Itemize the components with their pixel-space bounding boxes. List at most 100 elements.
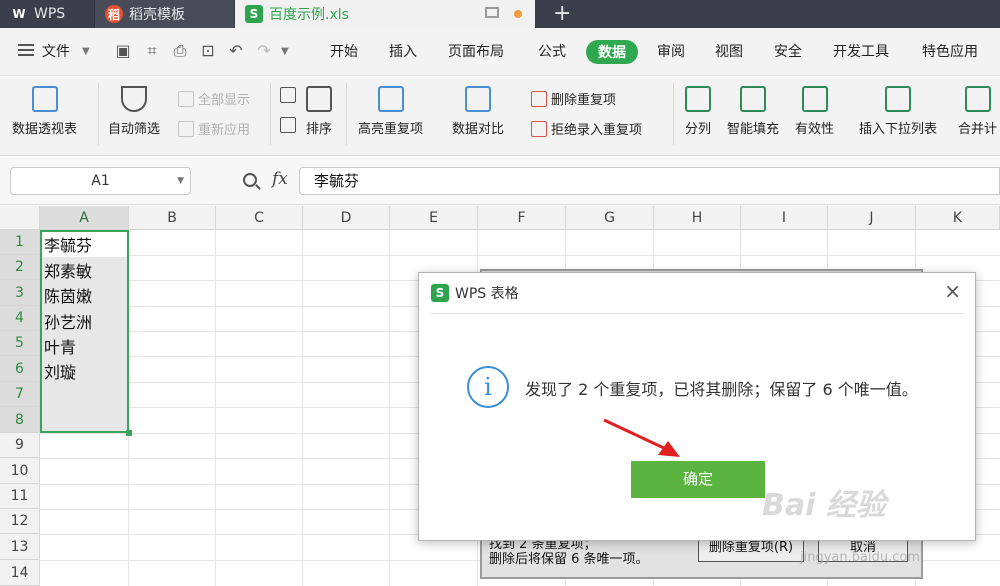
- sort-button[interactable]: 排序: [306, 86, 332, 137]
- select-all-corner[interactable]: [0, 206, 40, 230]
- show-all-button[interactable]: 全部显示: [178, 89, 250, 108]
- column-header-k[interactable]: K: [916, 206, 1000, 230]
- smart-fill-icon: [740, 86, 766, 112]
- row-header-3[interactable]: 3: [0, 280, 40, 306]
- fx-icon[interactable]: fx: [272, 169, 288, 189]
- ok-button[interactable]: 确定: [631, 461, 765, 498]
- column-header-b[interactable]: B: [129, 206, 216, 230]
- row-header-8[interactable]: 8: [0, 407, 40, 433]
- zoom-search-icon[interactable]: [243, 173, 257, 187]
- row-header-11[interactable]: 11: [0, 484, 40, 509]
- row-header-12[interactable]: 12: [0, 509, 40, 534]
- tab-daoke-template[interactable]: 稻 稻壳模板: [94, 0, 234, 28]
- print-icon[interactable]: ⎙: [171, 42, 189, 60]
- row-header-14[interactable]: 14: [0, 560, 40, 586]
- row-header-9[interactable]: 9: [0, 433, 40, 458]
- title-tab-bar: W WPS 稻 稻壳模板 S 百度示例.xls +: [0, 0, 1000, 28]
- pivot-table-button[interactable]: 数据透视表: [12, 86, 77, 137]
- menu-home[interactable]: 开始: [330, 41, 358, 61]
- redo-icon[interactable]: ↷: [255, 42, 273, 60]
- print-preview-icon[interactable]: ⊡: [199, 42, 217, 60]
- baidu-watermark-url: jingyan.baidu.com: [800, 550, 920, 565]
- row-header-2[interactable]: 2: [0, 255, 40, 280]
- column-header-e[interactable]: E: [390, 206, 478, 230]
- sort-descending-button[interactable]: [280, 117, 300, 133]
- row-header-13[interactable]: 13: [0, 534, 40, 560]
- remove-duplicates-icon: [531, 90, 547, 107]
- new-tab-plus-icon[interactable]: +: [553, 1, 571, 26]
- dialog-title-text: WPS 表格: [455, 286, 519, 302]
- column-header-a[interactable]: A: [40, 206, 129, 230]
- menu-insert[interactable]: 插入: [389, 41, 417, 61]
- fill-handle[interactable]: [126, 430, 132, 436]
- column-header-j[interactable]: J: [828, 206, 916, 230]
- column-header-c[interactable]: C: [216, 206, 303, 230]
- menu-special-apps[interactable]: 特色应用: [922, 41, 978, 61]
- save-icon[interactable]: ▣: [114, 42, 132, 60]
- text-to-columns-label: 分列: [685, 122, 712, 137]
- baidu-watermark: Bai 经验: [762, 488, 886, 523]
- cell-a1[interactable]: 李毓芬: [44, 232, 92, 256]
- formula-input[interactable]: 李毓芬: [299, 167, 1000, 195]
- cell-a5[interactable]: 叶青: [44, 334, 76, 358]
- cell-a2[interactable]: 郑素敏: [44, 258, 92, 282]
- menu-file[interactable]: 文件: [42, 41, 70, 61]
- smart-fill-label: 智能填充: [727, 122, 780, 137]
- row-header-1[interactable]: 1: [0, 230, 40, 255]
- row-header-6[interactable]: 6: [0, 356, 40, 382]
- highlight-duplicates-icon: [377, 86, 404, 112]
- column-header-f[interactable]: F: [478, 206, 566, 230]
- tab-daoke-label: 稻壳模板: [129, 7, 185, 23]
- cell-a3[interactable]: 陈茵嫩: [44, 283, 92, 307]
- sort-descending-icon: [280, 117, 296, 133]
- tab-wps-home[interactable]: W WPS: [0, 0, 94, 28]
- column-header-h[interactable]: H: [654, 206, 741, 230]
- column-header-d[interactable]: D: [303, 206, 390, 230]
- consolidate-label: 合并计: [958, 122, 998, 137]
- menu-security[interactable]: 安全: [774, 41, 802, 61]
- row-header-7[interactable]: 7: [0, 382, 40, 407]
- arrow-head: [658, 441, 680, 457]
- highlight-duplicates-button[interactable]: 高亮重复项: [358, 86, 423, 137]
- consolidate-button[interactable]: 合并计: [958, 86, 997, 137]
- funnel-icon: [121, 86, 147, 112]
- name-box-chevron-icon[interactable]: ▼: [177, 168, 184, 194]
- ribbon-divider: [98, 83, 99, 145]
- monitor-icon[interactable]: [485, 7, 499, 18]
- dialog-title: S WPS 表格: [431, 283, 519, 303]
- menu-hamburger-icon[interactable]: [18, 44, 34, 56]
- insert-dropdown-button[interactable]: 插入下拉列表: [859, 86, 937, 137]
- row-header-5[interactable]: 5: [0, 331, 40, 356]
- row-header-10[interactable]: 10: [0, 458, 40, 484]
- menu-developer[interactable]: 开发工具: [833, 41, 889, 61]
- reapply-button[interactable]: 重新应用: [178, 119, 250, 138]
- reapply-label: 重新应用: [198, 123, 251, 138]
- sort-ascending-button[interactable]: [280, 87, 300, 103]
- name-box[interactable]: A1 ▼: [10, 167, 191, 195]
- row-header-4[interactable]: 4: [0, 306, 40, 331]
- menu-formula[interactable]: 公式: [538, 41, 566, 61]
- close-icon[interactable]: ×: [944, 279, 961, 303]
- menu-data[interactable]: 数据: [586, 40, 638, 64]
- data-validation-button[interactable]: 有效性: [795, 86, 834, 137]
- menu-view[interactable]: 视图: [715, 41, 743, 61]
- undo-icon[interactable]: ↶: [227, 42, 245, 60]
- autofilter-button[interactable]: 自动筛选: [108, 86, 160, 137]
- grid-line: [215, 230, 216, 586]
- text-to-columns-button[interactable]: 分列: [685, 86, 711, 137]
- column-header-g[interactable]: G: [566, 206, 654, 230]
- file-chevron-down-icon[interactable]: ▼: [82, 46, 90, 57]
- data-compare-button[interactable]: 数据对比: [452, 86, 504, 137]
- cell-a6[interactable]: 刘璇: [44, 359, 76, 383]
- menu-review[interactable]: 审阅: [657, 41, 685, 61]
- reject-duplicates-button[interactable]: 拒绝录入重复项: [531, 119, 642, 138]
- menu-page-layout[interactable]: 页面布局: [448, 41, 504, 61]
- cell-a4[interactable]: 孙艺洲: [44, 309, 92, 333]
- smart-fill-button[interactable]: 智能填充: [727, 86, 779, 137]
- format-painter-icon[interactable]: ⌗: [143, 42, 161, 60]
- remove-duplicates-button[interactable]: 删除重复项: [531, 89, 616, 108]
- column-header-i[interactable]: I: [741, 206, 828, 230]
- remove-duplicates-label: 删除重复项: [551, 93, 617, 108]
- quick-access-chevron-icon[interactable]: ▼: [281, 46, 289, 57]
- ribbon-divider: [673, 83, 674, 145]
